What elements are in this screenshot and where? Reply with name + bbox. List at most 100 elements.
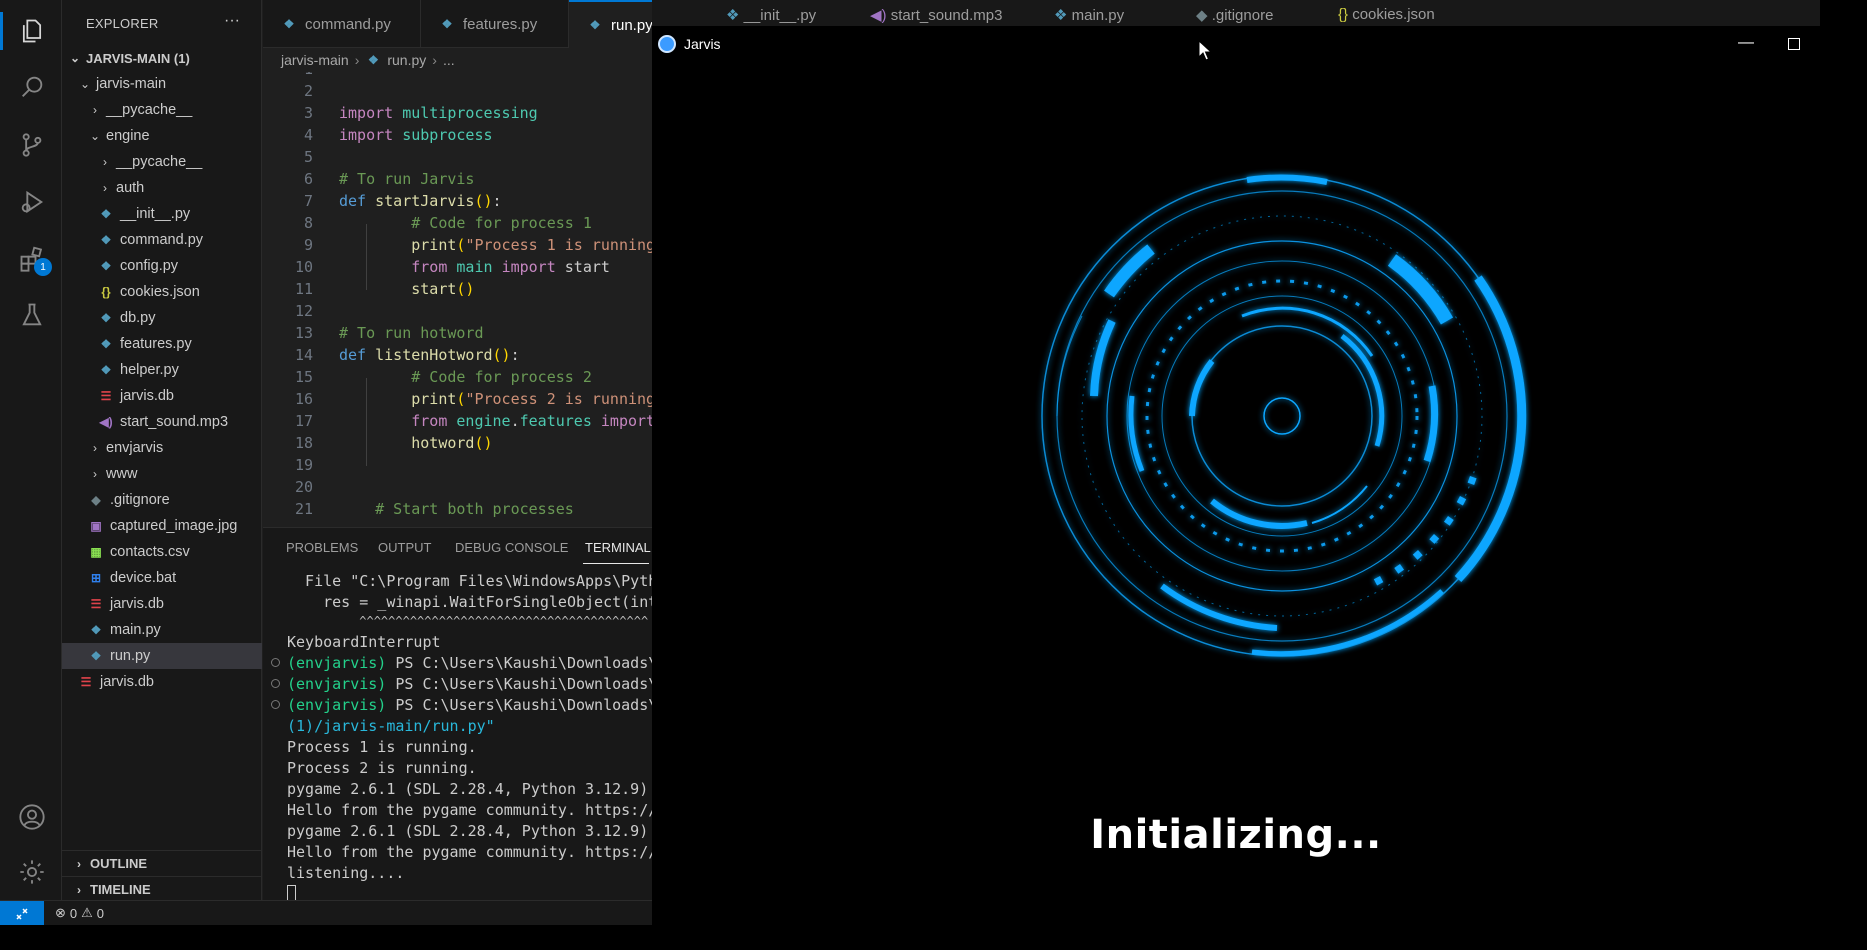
jarvis-title-bar[interactable]: Jarvis — <box>652 26 1820 62</box>
terminal-line: res = _winapi.WaitForSingleObject(int(s <box>287 593 652 611</box>
active-indicator <box>0 12 3 50</box>
breadcrumb-file[interactable]: run.py <box>387 52 426 68</box>
terminal-line: pygame 2.6.1 (SDL 2.28.4, Python 3.12.9) <box>287 822 649 840</box>
error-count: 0 <box>69 905 78 921</box>
tree-item-command-py[interactable]: ❖ command.py <box>62 227 262 253</box>
tree-item-auth[interactable]: › auth <box>62 175 262 201</box>
terminal-line: pygame 2.6.1 (SDL 2.28.4, Python 3.12.9) <box>287 780 649 798</box>
tab-terminal[interactable]: TERMINAL <box>585 540 651 555</box>
remote-indicator-button[interactable] <box>0 901 44 925</box>
minimize-button[interactable]: — <box>1738 34 1758 54</box>
tree-item-pycache[interactable]: › __pycache__ <box>62 97 262 123</box>
code-line: 17 from engine.features import hotword <box>294 412 652 430</box>
tree-item-envjarvis[interactable]: › envjarvis <box>62 435 262 461</box>
tree-item-device-bat[interactable]: ⊞ device.bat <box>62 565 262 591</box>
tab-main-py[interactable]: ❖ main.py <box>1054 6 1124 24</box>
terminal-line: Hello from the pygame community. https:/… <box>287 843 652 861</box>
code-line: 4 import subprocess <box>303 126 493 144</box>
code-editor[interactable]: 1 2 3import multiprocessing 4import subp… <box>263 72 652 527</box>
chevron-right-icon: › <box>354 52 360 68</box>
active-tab-underline <box>583 563 649 564</box>
jarvis-window: Jarvis — Initializing... <box>652 26 1820 925</box>
python-file-icon: ❖ <box>100 363 112 377</box>
extensions-badge: 1 <box>34 258 52 276</box>
terminal-line: Process 1 is running. <box>287 738 477 756</box>
code-line: 14 def listenHotword(): <box>294 346 520 364</box>
search-icon[interactable] <box>17 72 47 102</box>
account-icon[interactable] <box>17 802 47 832</box>
tab-output[interactable]: OUTPUT <box>378 540 431 555</box>
tree-item-jarvis-db[interactable]: ☰ jarvis.db <box>62 591 262 617</box>
testing-icon[interactable] <box>17 300 47 330</box>
tab-init-py[interactable]: ❖ __init__.py <box>726 6 816 24</box>
breadcrumb-folder[interactable]: jarvis-main <box>281 52 349 68</box>
breadcrumb-tail[interactable]: ... <box>443 52 455 68</box>
timeline-section[interactable]: › TIMELINE <box>62 876 262 902</box>
tree-item-www[interactable]: › www <box>62 461 262 487</box>
tree-item-engine[interactable]: ⌄ engine <box>62 123 262 149</box>
explorer-title: EXPLORER <box>86 16 159 31</box>
tree-item-gitignore[interactable]: ◆ .gitignore <box>62 487 262 513</box>
maximize-button[interactable] <box>1788 38 1800 50</box>
tab-command-py[interactable]: ❖ command.py <box>263 0 421 48</box>
explorer-sidebar: EXPLORER ··· ⌄ JARVIS-MAIN (1) ⌄ jarvis-m… <box>62 0 262 900</box>
python-file-icon: ❖ <box>90 623 102 637</box>
tree-item-start-sound[interactable]: ◀) start_sound.mp3 <box>62 409 262 435</box>
database-file-icon: ☰ <box>90 597 102 611</box>
tree-item-jarvis-main[interactable]: ⌄ jarvis-main <box>62 71 262 97</box>
terminal-line: ^^^^^^^^^^^^^^^^^^^^^^^^^^^^^^^^^^^^^^^^ <box>287 614 649 628</box>
tree-item-main-py[interactable]: ❖ main.py <box>62 617 262 643</box>
csv-file-icon: ▦ <box>90 545 102 559</box>
settings-gear-icon[interactable] <box>17 857 47 887</box>
tab-start-sound[interactable]: ◀) start_sound.mp3 <box>870 6 1002 24</box>
outline-section[interactable]: › OUTLINE <box>62 850 262 876</box>
terminal-line: File "C:\Program Files\WindowsApps\Pytho… <box>287 572 652 590</box>
code-line: 19 <box>294 456 313 474</box>
explorer-icon[interactable] <box>17 16 47 46</box>
tree-item-engine-pycache[interactable]: › __pycache__ <box>62 149 262 175</box>
explorer-more-button[interactable]: ··· <box>224 12 240 30</box>
tab-debug-console[interactable]: DEBUG CONSOLE <box>455 540 568 555</box>
code-line: 1 <box>263 72 652 80</box>
tree-item-config-py[interactable]: ❖ config.py <box>62 253 262 279</box>
tree-item-features-py[interactable]: ❖ features.py <box>62 331 262 357</box>
code-line: 12 <box>294 302 313 320</box>
tab-run-py[interactable]: ❖run.py ✕ <box>569 0 652 48</box>
source-control-icon[interactable] <box>17 130 47 160</box>
terminal-prompt-line: (envjarvis) PS C:\Users\Kaushi\Downloads… <box>287 654 652 672</box>
code-line: 5 <box>303 148 313 166</box>
code-line: 11 start() <box>294 280 475 298</box>
tree-item-engine-jarvis-db[interactable]: ☰ jarvis.db <box>62 383 262 409</box>
problems-status[interactable]: ⊗ 0 ⚠ 0 <box>55 905 104 921</box>
tree-item-cookies-json[interactable]: {} cookies.json <box>62 279 262 305</box>
chevron-right-icon: › <box>103 155 107 169</box>
tree-item-root-jarvis-db[interactable]: ☰ jarvis.db <box>62 669 262 695</box>
tree-item-contacts-csv[interactable]: ▦ contacts.csv <box>62 539 262 565</box>
jarvis-window-title: Jarvis <box>684 36 721 52</box>
warning-icon: ⚠ <box>81 905 93 920</box>
tab-cookies-json[interactable]: {} cookies.json <box>1338 6 1435 23</box>
code-line: 8 # Code for process 1 <box>303 214 592 232</box>
tree-item-db-py[interactable]: ❖ db.py <box>62 305 262 331</box>
activity-bar: 1 <box>0 0 62 900</box>
tree-root[interactable]: ⌄ JARVIS-MAIN (1) <box>62 45 262 71</box>
chevron-right-icon: › <box>432 52 437 68</box>
run-debug-icon[interactable] <box>17 187 47 217</box>
tab-problems[interactable]: PROBLEMS <box>286 540 358 555</box>
terminal-input-line[interactable] <box>287 884 652 900</box>
tree-item-init-py[interactable]: ❖ __init__.py <box>62 201 262 227</box>
tab-gitignore[interactable]: ◆ .gitignore <box>1196 6 1273 24</box>
python-file-icon: ❖ <box>589 18 601 32</box>
tab-features-py[interactable]: ❖ features.py <box>421 0 569 48</box>
command-decoration-icon <box>271 700 280 709</box>
chevron-right-icon: › <box>77 882 81 897</box>
vscode-window: 1 EXPLORER ··· ⌄ JARVIS-MAIN (1) ⌄ jarvis… <box>0 0 652 925</box>
tree-item-helper-py[interactable]: ❖ helper.py <box>62 357 262 383</box>
terminal-line: listening.... <box>287 864 405 882</box>
audio-file-icon: ◀) <box>99 415 113 429</box>
terminal-cursor <box>287 885 296 900</box>
tree-item-run-py[interactable]: ❖ run.py <box>62 643 262 669</box>
chevron-right-icon: › <box>93 103 97 117</box>
tree-item-captured-image[interactable]: ▣ captured_image.jpg <box>62 513 262 539</box>
code-line: 10 from main import start <box>294 258 610 276</box>
